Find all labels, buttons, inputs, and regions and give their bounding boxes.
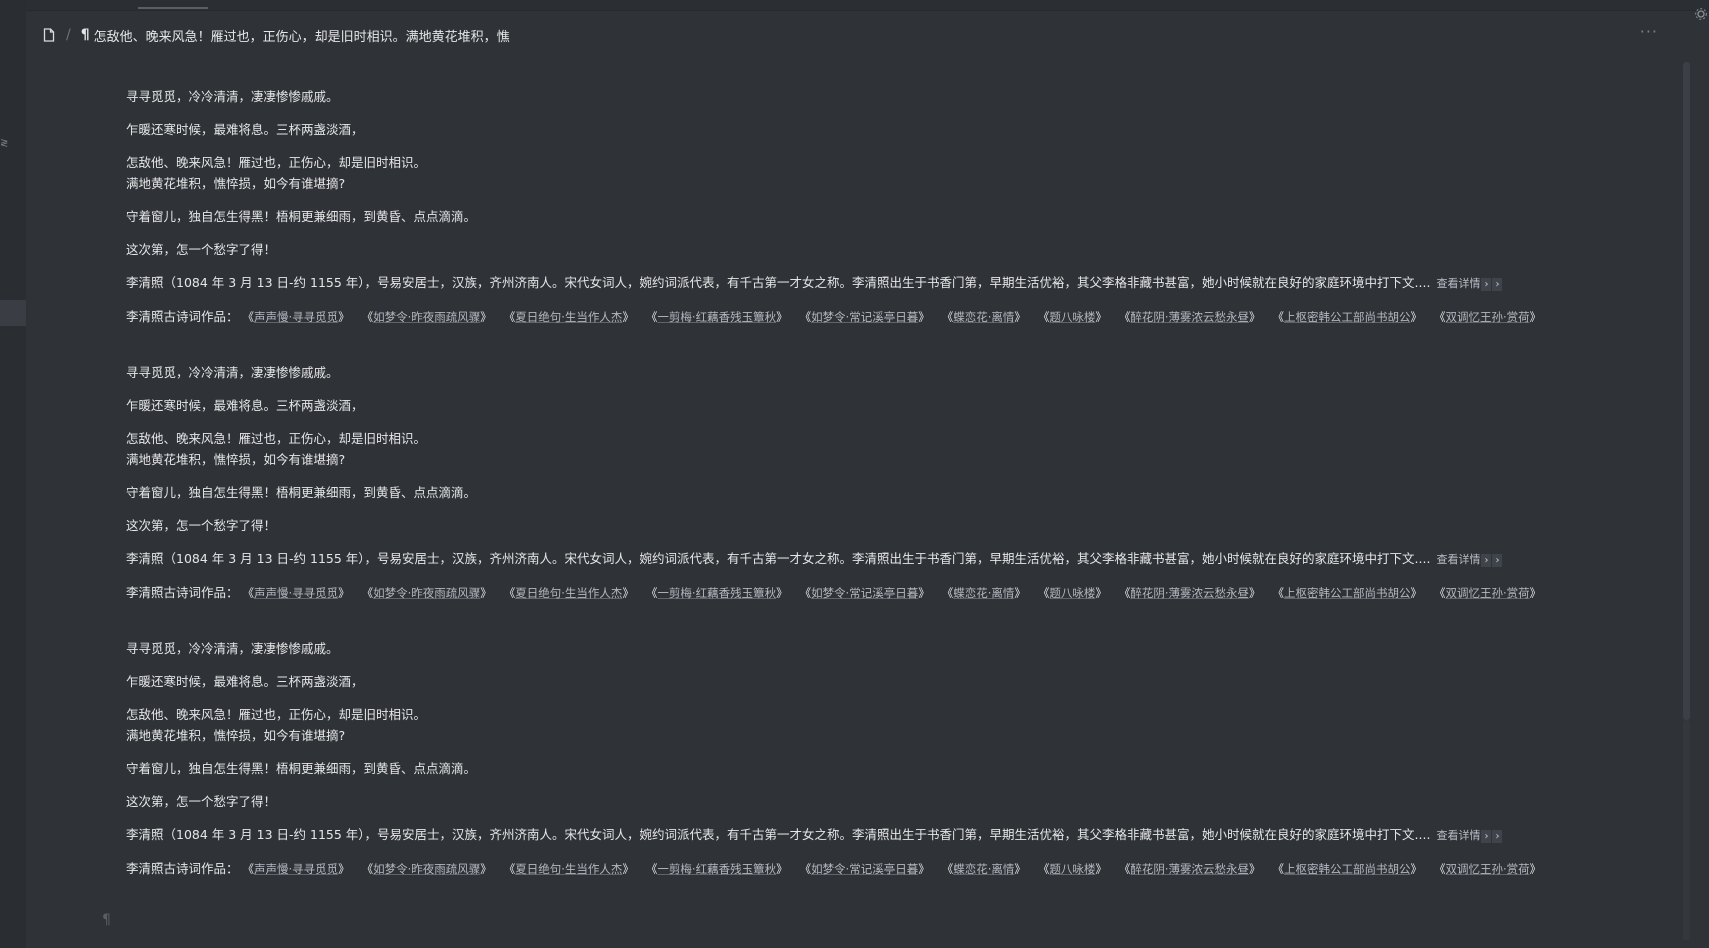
view-details-link[interactable]: 查看详情 — [1436, 829, 1480, 842]
works-list: 李清照古诗词作品： 《声声慢·寻寻觅觅》 《如梦令·昨夜雨疏风骤》 《夏日绝句·… — [126, 582, 1666, 604]
poem-line: 怎敌他、晚来风急！雁过也，正伤心，却是旧时相识。 — [126, 155, 427, 170]
work-link[interactable]: 《上枢密韩公工部尚书胡公》 — [1272, 586, 1422, 600]
poem-line: 怎敌他、晚来风急！雁过也，正伤心，却是旧时相识。 — [126, 431, 427, 446]
view-details-link[interactable]: 查看详情 — [1436, 553, 1480, 566]
poem-line: 这次第，怎一个愁字了得！ — [126, 242, 277, 257]
work-link[interactable]: 《题八咏楼》 — [1038, 310, 1107, 324]
bio-text: 李清照（1084 年 3 月 13 日-约 1155 年），号易安居士，汉族，齐… — [126, 551, 1431, 566]
poem-line: 寻寻觅觅，冷冷清清，凄凄惨惨戚戚。 — [126, 89, 339, 104]
poem-line: 满地黄花堆积，憔悴损，如今有谁堪摘? — [126, 452, 346, 467]
rail-active-marker[interactable] — [0, 300, 26, 326]
chevron-right-icon[interactable]: › — [1492, 554, 1503, 567]
poem-section: 寻寻觅觅，冷冷清清，凄凄惨惨戚戚。 乍暖还寒时候，最难将息。三杯两盏淡酒， 怎敌… — [126, 86, 1666, 328]
settings-icon[interactable] — [1695, 8, 1709, 22]
work-link[interactable]: 《如梦令·常记溪亭日暮》 — [800, 862, 930, 876]
work-link[interactable]: 《一剪梅·红藕香残玉簟秋》 — [646, 862, 788, 876]
author-bio: 李清照（1084 年 3 月 13 日-约 1155 年），号易安居士，汉族，齐… — [126, 824, 1666, 846]
poem-line: 这次第，怎一个愁字了得！ — [126, 794, 277, 809]
tab-strip — [0, 0, 1709, 11]
work-link[interactable]: 《夏日绝句·生当作人杰》 — [504, 310, 634, 324]
poem-line: 满地黄花堆积，憔悴损，如今有谁堪摘? — [126, 176, 346, 191]
poem-line: 乍暖还寒时候，最难将息。三杯两盏淡酒， — [126, 674, 364, 689]
paragraph-icon: ¶ — [80, 27, 90, 43]
work-link[interactable]: 《题八咏楼》 — [1038, 586, 1107, 600]
active-tab-indicator[interactable] — [138, 7, 208, 9]
chevron-right-icon[interactable]: › — [1481, 830, 1492, 843]
work-link[interactable]: 《一剪梅·红藕香残玉簟秋》 — [646, 310, 788, 324]
works-list: 李清照古诗词作品： 《声声慢·寻寻觅觅》 《如梦令·昨夜雨疏风骤》 《夏日绝句·… — [126, 858, 1666, 880]
poem-section: 寻寻觅觅，冷冷清清，凄凄惨惨戚戚。 乍暖还寒时候，最难将息。三杯两盏淡酒， 怎敌… — [126, 362, 1666, 604]
left-rail: ≷ — [0, 0, 26, 948]
bio-text: 李清照（1084 年 3 月 13 日-约 1155 年），号易安居士，汉族，齐… — [126, 275, 1431, 290]
poem-line: 满地黄花堆积，憔悴损，如今有谁堪摘? — [126, 728, 346, 743]
work-link[interactable]: 《一剪梅·红藕香残玉簟秋》 — [646, 586, 788, 600]
work-link[interactable]: 《如梦令·昨夜雨疏风骤》 — [362, 586, 492, 600]
end-paragraph-icon: ¶ — [102, 912, 111, 928]
work-link[interactable]: 《双调忆王孙·赏荷》 — [1434, 310, 1541, 324]
scrollbar-thumb[interactable] — [1683, 62, 1690, 720]
work-link[interactable]: 《声声慢·寻寻觅觅》 — [243, 862, 350, 876]
work-link[interactable]: 《如梦令·昨夜雨疏风骤》 — [362, 862, 492, 876]
bio-text: 李清照（1084 年 3 月 13 日-约 1155 年），号易安居士，汉族，齐… — [126, 827, 1431, 842]
poem-line: 守着窗儿，独自怎生得黑！梧桐更兼细雨，到黄昏、点点滴滴。 — [126, 209, 477, 224]
work-link[interactable]: 《蝶恋花·离情》 — [942, 310, 1026, 324]
work-link[interactable]: 《夏日绝句·生当作人杰》 — [504, 586, 634, 600]
work-link[interactable]: 《上枢密韩公工部尚书胡公》 — [1272, 310, 1422, 324]
works-label: 李清照古诗词作品： — [126, 861, 239, 876]
scrollbar-track[interactable] — [1683, 720, 1690, 940]
work-link[interactable]: 《如梦令·常记溪亭日暮》 — [800, 310, 930, 324]
work-link[interactable]: 《如梦令·昨夜雨疏风骤》 — [362, 310, 492, 324]
chevron-right-icon[interactable]: › — [1492, 830, 1503, 843]
work-link[interactable]: 《醉花阴·薄雾浓云愁永昼》 — [1119, 310, 1261, 324]
work-link[interactable]: 《醉花阴·薄雾浓云愁永昼》 — [1119, 586, 1261, 600]
work-link[interactable]: 《蝶恋花·离情》 — [942, 862, 1026, 876]
works-label: 李清照古诗词作品： — [126, 309, 239, 324]
work-link[interactable]: 《夏日绝句·生当作人杰》 — [504, 862, 634, 876]
work-link[interactable]: 《声声慢·寻寻觅觅》 — [243, 586, 350, 600]
work-link[interactable]: 《双调忆王孙·赏荷》 — [1434, 586, 1541, 600]
poem-line: 寻寻觅觅，冷冷清清，凄凄惨惨戚戚。 — [126, 365, 339, 380]
works-list: 李清照古诗词作品： 《声声慢·寻寻觅觅》 《如梦令·昨夜雨疏风骤》 《夏日绝句·… — [126, 306, 1666, 328]
chevron-right-icon[interactable]: › — [1481, 278, 1492, 291]
breadcrumb-separator: / — [66, 27, 71, 43]
poem-section: 寻寻觅觅，冷冷清清，凄凄惨惨戚戚。 乍暖还寒时候，最难将息。三杯两盏淡酒， 怎敌… — [126, 638, 1666, 880]
more-options-button[interactable]: ··· — [1640, 22, 1658, 41]
document-body: 寻寻觅觅，冷冷清清，凄凄惨惨戚戚。 乍暖还寒时候，最难将息。三杯两盏淡酒， 怎敌… — [126, 86, 1666, 914]
works-label: 李清照古诗词作品： — [126, 585, 239, 600]
editor-window: ≷ / ¶ 怎敌他、晚来风急！雁过也，正伤心，却是旧时相识。满地黄花堆积，憔 ·… — [0, 0, 1709, 948]
author-bio: 李清照（1084 年 3 月 13 日-约 1155 年），号易安居士，汉族，齐… — [126, 272, 1666, 294]
poem-line: 乍暖还寒时候，最难将息。三杯两盏淡酒， — [126, 398, 364, 413]
work-link[interactable]: 《双调忆王孙·赏荷》 — [1434, 862, 1541, 876]
work-link[interactable]: 《蝶恋花·离情》 — [942, 586, 1026, 600]
rail-handle-icon[interactable]: ≷ — [0, 138, 8, 149]
view-details-link[interactable]: 查看详情 — [1436, 277, 1480, 290]
poem-line: 寻寻觅觅，冷冷清清，凄凄惨惨戚戚。 — [126, 641, 339, 656]
work-link[interactable]: 《声声慢·寻寻觅觅》 — [243, 310, 350, 324]
poem-line: 这次第，怎一个愁字了得！ — [126, 518, 277, 533]
author-bio: 李清照（1084 年 3 月 13 日-约 1155 年），号易安居士，汉族，齐… — [126, 548, 1666, 570]
work-link[interactable]: 《题八咏楼》 — [1038, 862, 1107, 876]
chevron-right-icon[interactable]: › — [1492, 278, 1503, 291]
work-link[interactable]: 《如梦令·常记溪亭日暮》 — [800, 586, 930, 600]
poem-line: 守着窗儿，独自怎生得黑！梧桐更兼细雨，到黄昏、点点滴滴。 — [126, 761, 477, 776]
poem-line: 乍暖还寒时候，最难将息。三杯两盏淡酒， — [126, 122, 364, 137]
document-icon[interactable] — [42, 27, 56, 43]
poem-line: 怎敌他、晚来风急！雁过也，正伤心，却是旧时相识。 — [126, 707, 427, 722]
breadcrumb: / ¶ 怎敌他、晚来风急！雁过也，正伤心，却是旧时相识。满地黄花堆积，憔 ··· — [26, 18, 1676, 52]
breadcrumb-title[interactable]: 怎敌他、晚来风急！雁过也，正伤心，却是旧时相识。满地黄花堆积，憔 — [94, 26, 510, 45]
work-link[interactable]: 《上枢密韩公工部尚书胡公》 — [1272, 862, 1422, 876]
chevron-right-icon[interactable]: › — [1481, 554, 1492, 567]
work-link[interactable]: 《醉花阴·薄雾浓云愁永昼》 — [1119, 862, 1261, 876]
poem-line: 守着窗儿，独自怎生得黑！梧桐更兼细雨，到黄昏、点点滴滴。 — [126, 485, 477, 500]
